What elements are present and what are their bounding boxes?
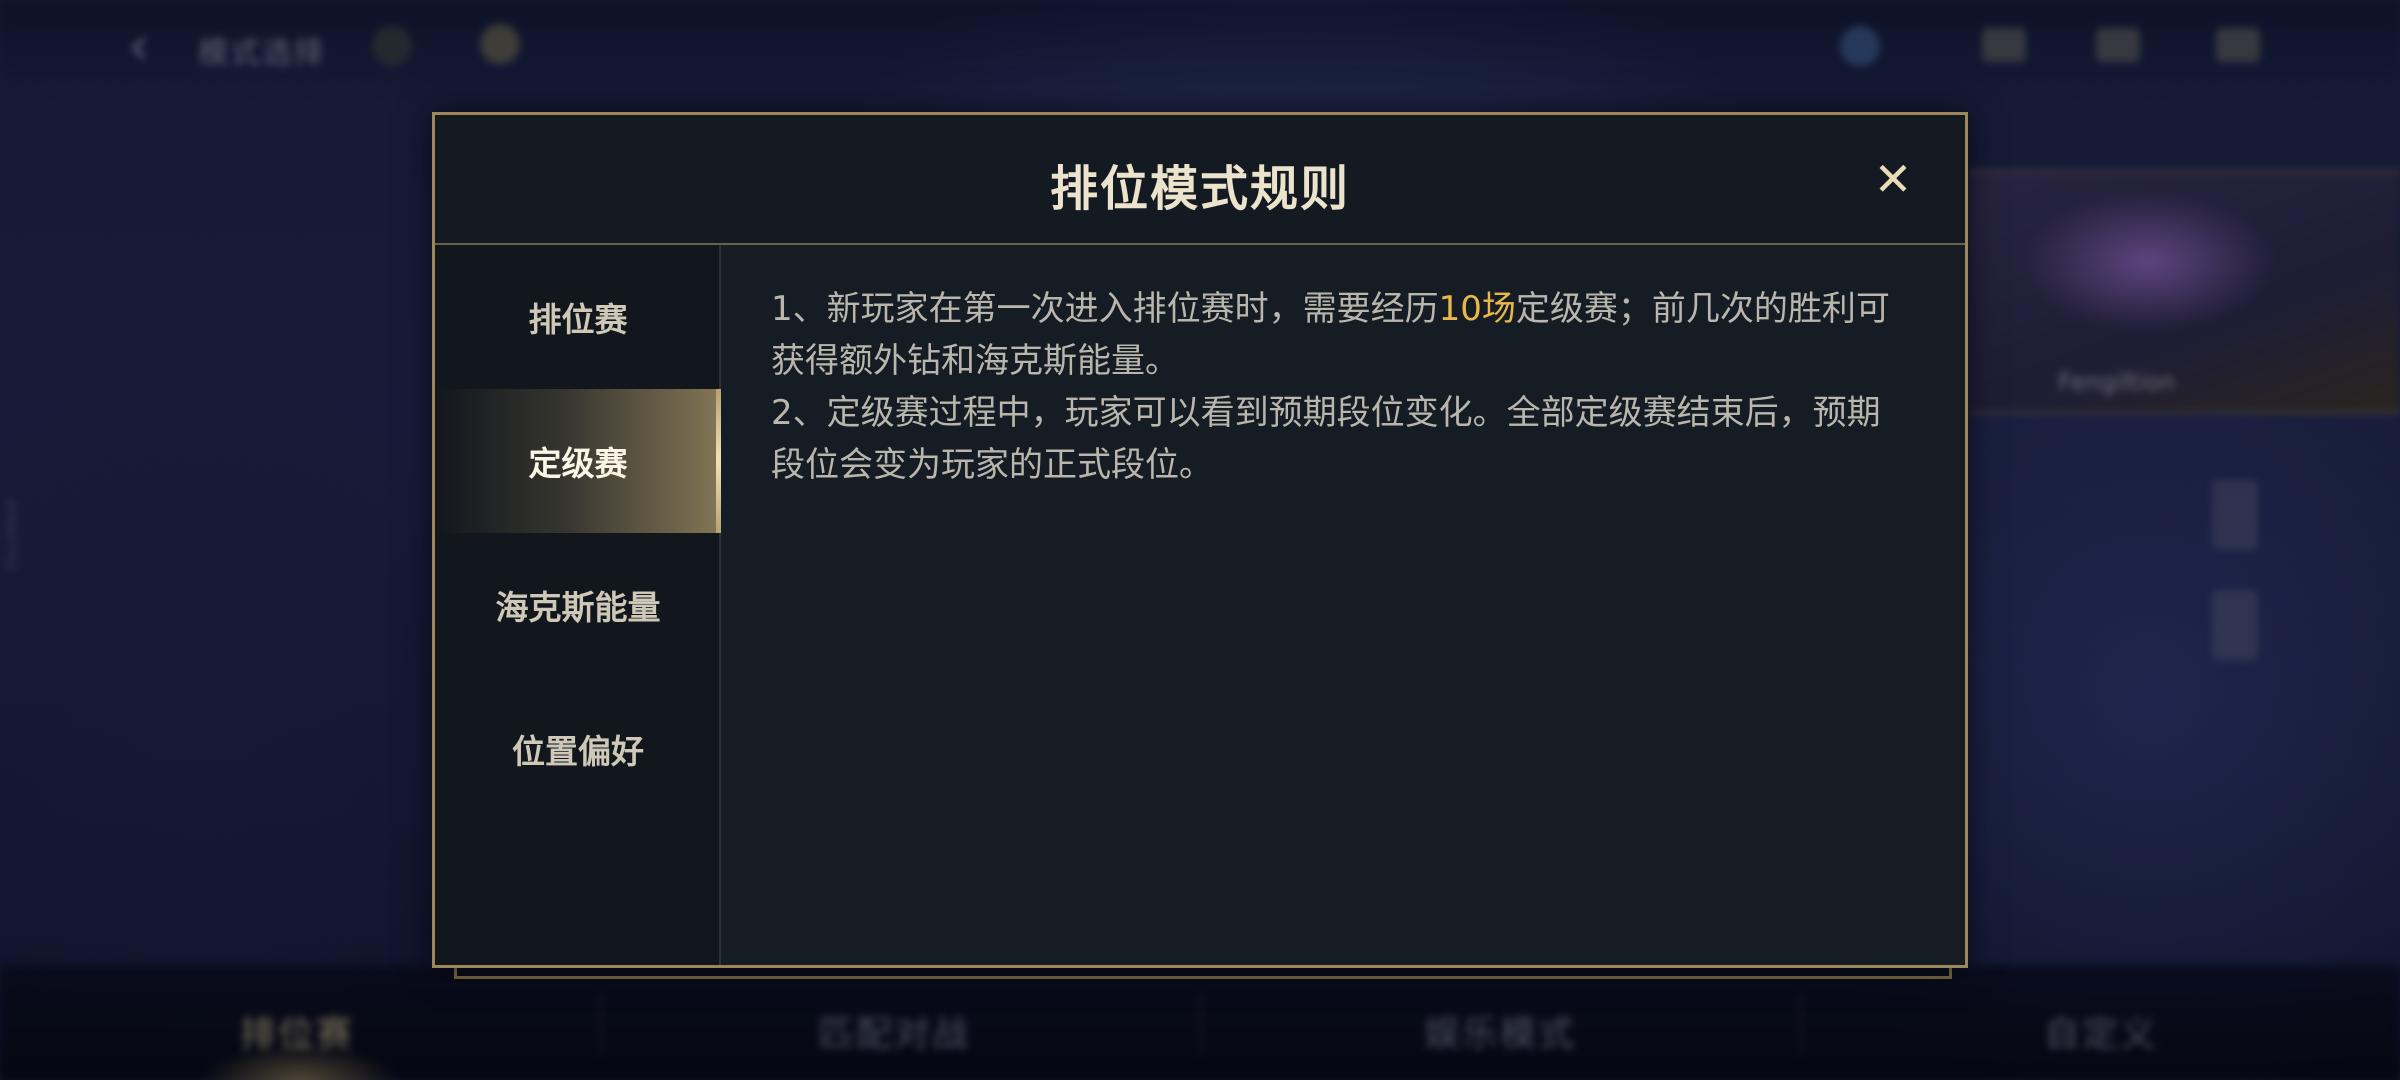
tab-placement[interactable]: 定级赛 [435, 389, 721, 533]
rule-1: 1、新玩家在第一次进入排位赛时，需要经历10场定级赛；前几次的胜利可获得额外钻和… [771, 283, 1911, 387]
rules-dialog: 排位模式规则 ✕ 排位赛 定级赛 海克斯能量 位置偏好 1、新玩家在第一次进入排… [432, 112, 1968, 968]
rules-content: 1、新玩家在第一次进入排位赛时，需要经历10场定级赛；前几次的胜利可获得额外钻和… [771, 283, 1911, 491]
tab-label: 定级赛 [528, 444, 628, 483]
rule-2: 2、定级赛过程中，玩家可以看到预期段位变化。全部定级赛结束后，预期段位会变为玩家… [771, 393, 1881, 485]
dialog-title: 排位模式规则 [1049, 161, 1350, 217]
dialog-header: 排位模式规则 ✕ [435, 115, 1965, 245]
tab-label: 位置偏好 [512, 732, 644, 771]
tab-hextech-energy[interactable]: 海克斯能量 [435, 533, 721, 677]
tab-label: 排位赛 [528, 300, 628, 339]
tab-ranked[interactable]: 排位赛 [435, 245, 721, 389]
rules-sidebar: 排位赛 定级赛 海克斯能量 位置偏好 [435, 245, 721, 965]
tab-position-preference[interactable]: 位置偏好 [435, 677, 721, 821]
tab-label: 海克斯能量 [495, 588, 661, 627]
rule-1-text: 1、新玩家在第一次进入排位赛时，需要经历 [771, 289, 1439, 329]
close-icon[interactable]: ✕ [1869, 155, 1917, 203]
rule-1-highlight: 10场 [1438, 289, 1516, 329]
